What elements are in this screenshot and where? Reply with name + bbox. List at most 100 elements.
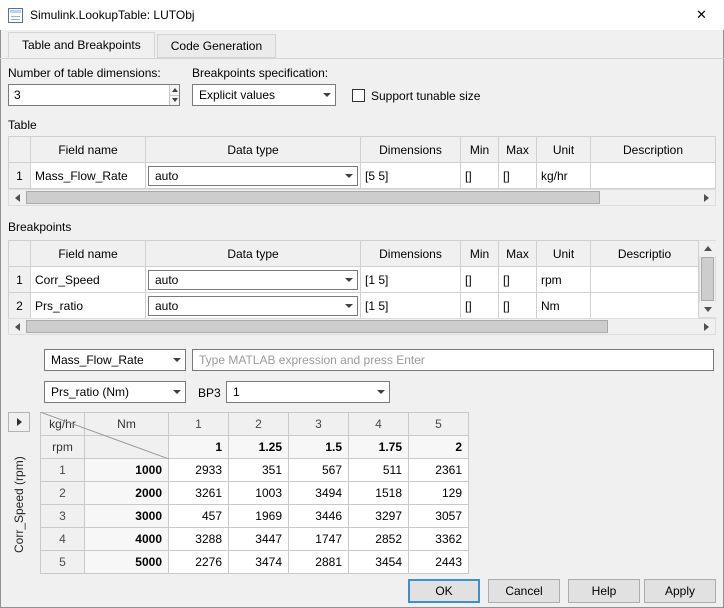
data-cell[interactable]: 2361 [408,458,469,482]
data-cell[interactable]: 2852 [348,527,409,551]
row-breakpoint-cell[interactable]: 3000 [84,504,169,528]
data-cell[interactable]: 2881 [288,550,349,574]
data-cell[interactable]: 457 [168,504,229,528]
tab-table-and-breakpoints[interactable]: Table and Breakpoints [8,32,155,58]
min-cell[interactable]: [] [460,162,499,189]
description-cell[interactable] [590,292,699,319]
dimensions-cell[interactable]: [1 5] [360,292,461,319]
unit-cell[interactable]: rpm [536,266,591,293]
col-breakpoint-cell[interactable]: 1 [168,435,229,459]
dimensions-cell[interactable]: [5 5] [360,162,461,189]
matlab-expression-input[interactable] [192,349,714,371]
scroll-right-icon[interactable] [698,190,715,205]
corner-header-cell [8,136,31,163]
expand-panel-button[interactable] [8,412,30,432]
unit-cell[interactable]: Nm [536,292,591,319]
hscroll-thumb[interactable] [26,320,608,333]
max-cell[interactable]: [] [498,266,537,293]
dimensions-cell[interactable]: [1 5] [360,266,461,293]
data-type-select[interactable]: auto [148,269,358,290]
bp3-selector[interactable]: 1 [226,381,390,403]
apply-button[interactable]: Apply [644,579,716,603]
data-cell[interactable]: 1969 [228,504,289,528]
scroll-up-icon[interactable] [699,241,716,256]
data-cell[interactable]: 3362 [408,527,469,551]
field-selector[interactable]: Mass_Flow_Rate [44,349,186,371]
support-tunable-size-checkbox[interactable] [352,89,365,102]
table-dimensions-input[interactable] [9,85,169,105]
data-type-value: auto [155,298,179,313]
hscroll-thumb[interactable] [26,191,600,204]
col-breakpoint-cell[interactable]: 2 [408,435,469,459]
field-name-cell[interactable]: Prs_ratio [30,292,146,319]
data-cell[interactable]: 3297 [348,504,409,528]
col-breakpoint-cell[interactable]: 1.75 [348,435,409,459]
description-cell[interactable] [590,266,699,293]
col-breakpoint-cell[interactable]: 1.25 [228,435,289,459]
data-cell[interactable]: 1518 [348,481,409,505]
scroll-down-icon[interactable] [699,302,716,317]
tab-code-generation[interactable]: Code Generation [156,34,277,58]
data-cell[interactable]: 3474 [228,550,289,574]
data-cell[interactable]: 351 [228,458,289,482]
lookup-data-grid: kg/hr Nm 1 2 3 4 5 rpm 1 1.25 1.5 1.75 2… [40,412,469,574]
spin-down-icon[interactable] [170,94,179,105]
breakpoints-spec-select[interactable]: Explicit values [192,84,336,106]
data-type-select[interactable]: auto [148,295,358,316]
data-cell[interactable]: 129 [408,481,469,505]
breakpoints-section-title: Breakpoints [8,220,72,234]
data-cell[interactable]: 1003 [228,481,289,505]
field-name-cell[interactable]: Mass_Flow_Rate [30,162,146,189]
min-cell[interactable]: [] [460,292,499,319]
data-cell[interactable]: 3454 [348,550,409,574]
row-breakpoint-cell[interactable]: 5000 [84,550,169,574]
row-breakpoint-cell[interactable]: 1000 [84,458,169,482]
bp3-label: BP3 [198,386,221,400]
grid-data-row: 2 2000 3261 1003 3494 1518 129 [40,481,469,505]
col-index: 2 [228,412,289,436]
help-button[interactable]: Help [568,579,640,603]
max-cell[interactable]: [] [498,292,537,319]
min-cell[interactable]: [] [460,266,499,293]
breakpoints-vertical-scrollbar[interactable] [699,240,716,318]
breakpoint-selector[interactable]: Prs_ratio (Nm) [44,381,186,403]
data-cell[interactable]: 3057 [408,504,469,528]
col-header-description: Description [590,136,716,163]
col-breakpoint-cell[interactable]: 1.5 [288,435,349,459]
scroll-left-icon[interactable] [9,190,26,205]
data-cell[interactable]: 2276 [168,550,229,574]
data-cell[interactable]: 3288 [168,527,229,551]
row-breakpoint-cell[interactable]: 2000 [84,481,169,505]
data-cell[interactable]: 511 [348,458,409,482]
table-horizontal-scrollbar[interactable] [8,189,716,206]
breakpoints-horizontal-scrollbar[interactable] [8,318,716,335]
data-cell[interactable]: 3446 [288,504,349,528]
field-name-cell[interactable]: Corr_Speed [30,266,146,293]
data-cell[interactable]: 3494 [288,481,349,505]
unit-cell[interactable]: kg/hr [536,162,591,189]
breakpoint-selector-value: Prs_ratio (Nm) [51,385,130,399]
spin-up-icon[interactable] [170,85,179,95]
close-icon[interactable]: ✕ [679,0,724,30]
data-cell[interactable]: 567 [288,458,349,482]
max-cell[interactable]: [] [498,162,537,189]
data-cell[interactable]: 3261 [168,481,229,505]
data-cell[interactable]: 2443 [408,550,469,574]
data-type-select[interactable]: auto [148,165,358,186]
scroll-right-icon[interactable] [698,319,715,334]
row-breakpoint-cell[interactable]: 4000 [84,527,169,551]
scroll-left-icon[interactable] [9,319,26,334]
data-cell[interactable]: 2933 [168,458,229,482]
table-dimensions-label: Number of table dimensions: [8,66,161,80]
cancel-button[interactable]: Cancel [488,579,560,603]
row-index: 2 [40,481,85,505]
vscroll-thumb[interactable] [701,257,714,301]
breakpoints-spec-label: Breakpoints specification: [192,66,329,80]
data-cell[interactable]: 1747 [288,527,349,551]
breakpoints-spec-value: Explicit values [199,88,276,102]
ok-button[interactable]: OK [408,579,480,603]
table-dimensions-stepper[interactable] [8,84,180,106]
data-cell[interactable]: 3447 [228,527,289,551]
chevron-down-icon [168,350,185,370]
description-cell[interactable] [590,162,716,189]
